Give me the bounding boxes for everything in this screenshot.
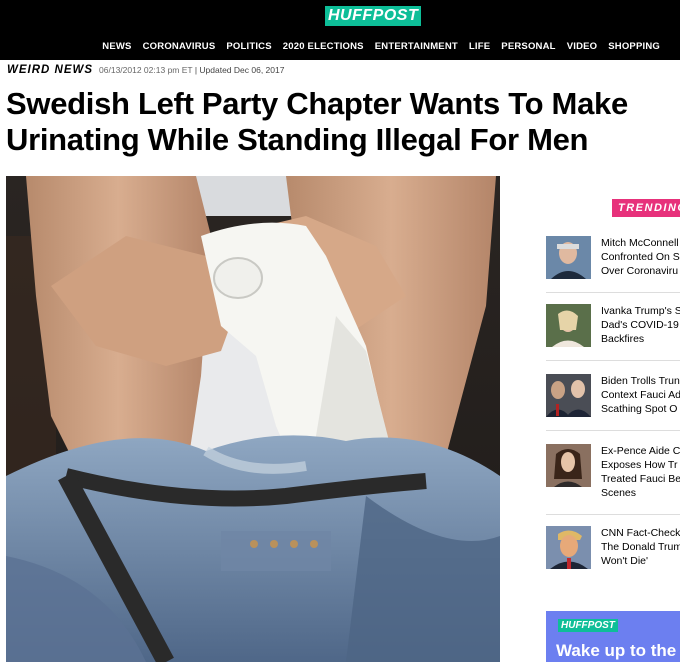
- trending-line: Ivanka Trump's S: [601, 305, 680, 317]
- nav-coronavirus[interactable]: CORONAVIRUS: [143, 41, 216, 52]
- divider: [546, 514, 680, 515]
- headline-line-2: Urinating While Standing Illegal For Men: [6, 122, 589, 157]
- trending-thumbnail: [546, 304, 591, 347]
- nav-shopping[interactable]: SHOPPING: [608, 41, 660, 52]
- trending-line: Ex-Pence Aide C: [601, 445, 680, 457]
- nav-news[interactable]: NEWS: [102, 41, 131, 52]
- logo-text: HUFFPOST: [328, 7, 419, 24]
- article-meta: WEIRD NEWS 06/13/2012 02:13 pm ET | Upda…: [7, 64, 284, 76]
- nav-2020-elections[interactable]: 2020 ELECTIONS: [283, 41, 364, 52]
- trending-line: Context Fauci Ad: [601, 389, 680, 401]
- promo-logo-text: HUFFPOST: [561, 620, 615, 631]
- trending-line: Scenes: [601, 487, 637, 499]
- trending-line: Won't Die': [601, 555, 648, 567]
- section-nav: NEWS CORONAVIRUS POLITICS 2020 ELECTIONS…: [102, 32, 660, 60]
- nav-politics[interactable]: POLITICS: [226, 41, 271, 52]
- trending-thumbnail: [546, 374, 591, 417]
- headline-line-1: Swedish Left Party Chapter Wants To Make: [6, 86, 628, 121]
- updated-date: | Updated Dec 06, 2017: [194, 65, 285, 75]
- trending-thumbnail: [546, 526, 591, 569]
- trending-line: Exposes How Tr: [601, 459, 678, 471]
- trending-line: Over Coronaviru: [601, 265, 679, 277]
- trending-label: TRENDING: [618, 202, 680, 214]
- trending-badge: TRENDING: [612, 199, 680, 217]
- trending-line: Biden Trolls Trun: [601, 375, 680, 387]
- divider: [546, 292, 680, 293]
- trending-line: Mitch McConnell: [601, 237, 679, 249]
- hero-image: [6, 176, 500, 662]
- trending-line: The Donald Trum: [601, 541, 680, 553]
- nav-life[interactable]: LIFE: [469, 41, 490, 52]
- newsletter-promo[interactable]: HUFFPOST Wake up to the: [546, 611, 680, 662]
- trending-thumbnail: [546, 236, 591, 279]
- trending-item[interactable]: CNN Fact-Check The Donald Trum Won't Die…: [546, 526, 680, 569]
- hero-photo-illustration: [6, 176, 500, 662]
- promo-logo: HUFFPOST: [558, 619, 618, 632]
- trending-headline: Ivanka Trump's S Dad's COVID-19 Backfire…: [601, 304, 680, 347]
- nav-video[interactable]: VIDEO: [567, 41, 598, 52]
- trending-item[interactable]: Ex-Pence Aide C Exposes How Tr Treated F…: [546, 444, 680, 500]
- divider: [546, 360, 680, 361]
- trending-line: Backfires: [601, 333, 645, 345]
- nav-bar: NEWS CORONAVIRUS POLITICS 2020 ELECTIONS…: [0, 32, 680, 60]
- trending-headline: Ex-Pence Aide C Exposes How Tr Treated F…: [601, 444, 680, 500]
- trending-item[interactable]: Biden Trolls Trun Context Fauci Ad Scath…: [546, 374, 680, 417]
- nav-entertainment[interactable]: ENTERTAINMENT: [375, 41, 458, 52]
- trending-line: CNN Fact-Check: [601, 527, 680, 539]
- article-headline: Swedish Left Party Chapter Wants To Make…: [6, 86, 671, 158]
- trending-line: Treated Fauci Be: [601, 473, 680, 485]
- article-dates: 06/13/2012 02:13 pm ET | Updated Dec 06,…: [99, 65, 284, 75]
- trending-headline: Biden Trolls Trun Context Fauci Ad Scath…: [601, 374, 680, 417]
- nav-personal[interactable]: PERSONAL: [501, 41, 555, 52]
- promo-text: Wake up to the: [556, 641, 677, 660]
- trending-headline: Mitch McConnell Confronted On S Over Cor…: [601, 236, 680, 279]
- trending-headline: CNN Fact-Check The Donald Trum Won't Die…: [601, 526, 680, 569]
- divider: [546, 430, 680, 431]
- trending-item[interactable]: Ivanka Trump's S Dad's COVID-19 Backfire…: [546, 304, 680, 347]
- trending-item[interactable]: Mitch McConnell Confronted On S Over Cor…: [546, 236, 680, 279]
- top-bar: HUFFPOST: [0, 0, 680, 32]
- trending-thumbnail: [546, 444, 591, 487]
- trending-line: Confronted On S: [601, 251, 680, 263]
- trending-line: Scathing Spot O: [601, 403, 678, 415]
- section-kicker[interactable]: WEIRD NEWS: [7, 64, 93, 76]
- trending-line: Dad's COVID-19: [601, 319, 679, 331]
- huffpost-logo[interactable]: HUFFPOST: [325, 6, 422, 26]
- published-date: 06/13/2012 02:13 pm ET: [99, 65, 193, 75]
